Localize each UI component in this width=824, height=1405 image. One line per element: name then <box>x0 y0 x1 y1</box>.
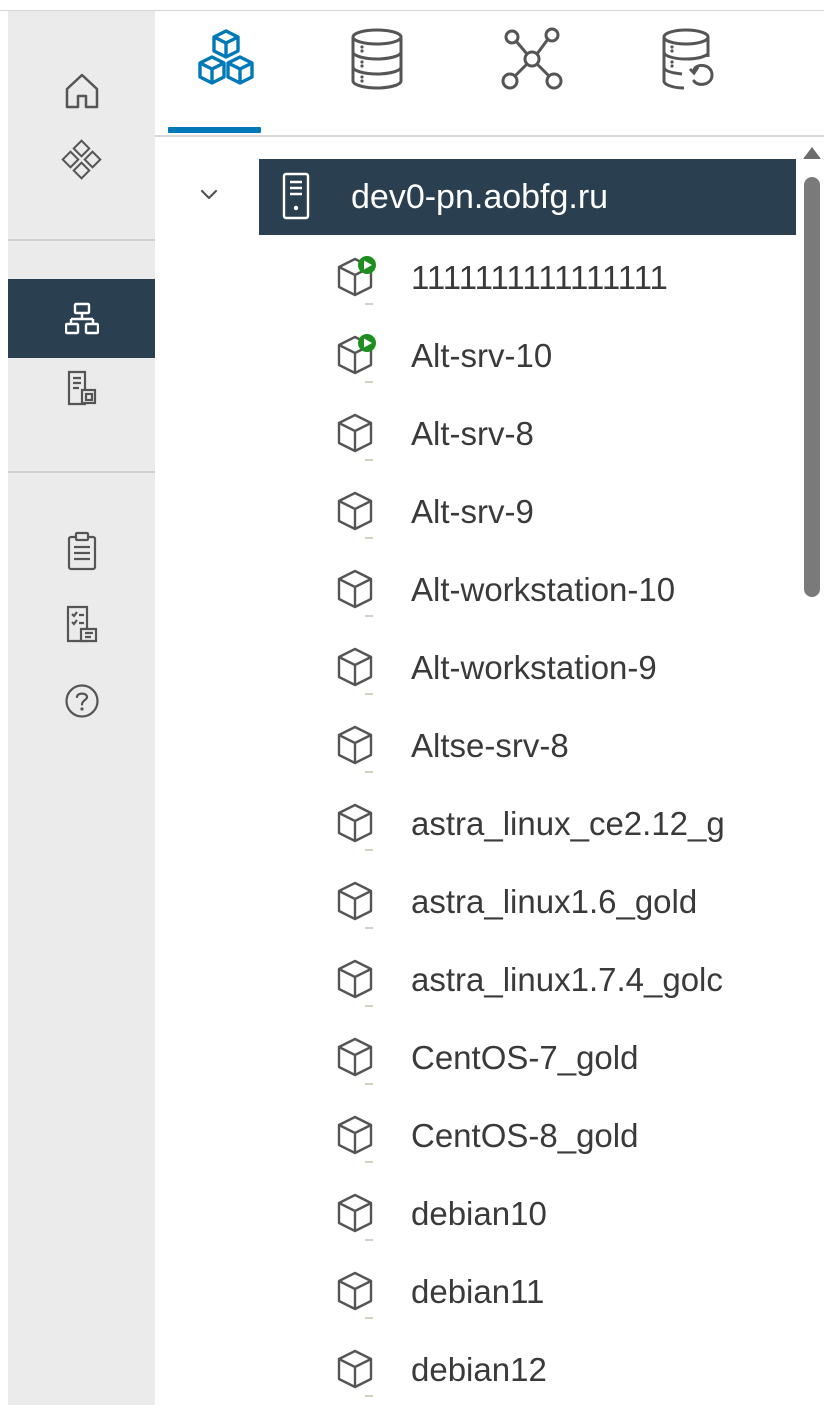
vm-icon <box>337 413 373 453</box>
rail-divider <box>8 471 155 473</box>
vm-label: astra_linux1.7.4_golc <box>411 961 723 998</box>
vm-icon <box>337 1271 373 1311</box>
vm-status-dash <box>365 615 373 617</box>
top-border <box>0 0 824 11</box>
vm-status-dash <box>365 771 373 773</box>
tab-backup-storage[interactable] <box>640 27 740 137</box>
vm-running-icon <box>337 256 376 297</box>
left-nav-rail <box>8 11 155 1405</box>
tree-node-vm[interactable]: astra_linux1.7.4_golc <box>325 941 796 1019</box>
vm-label: CentOS-8_gold <box>411 1117 639 1154</box>
vm-label: Alt-srv-10 <box>411 337 553 374</box>
rail-divider <box>8 239 155 241</box>
vm-label: 1111111111111111 <box>411 259 668 296</box>
tree-node-vm[interactable]: Alt-srv-9 <box>325 473 796 551</box>
vm-label: astra_linux_ce2.12_g <box>411 805 725 842</box>
chevron-down-icon[interactable] <box>197 183 221 207</box>
vm-icon <box>337 647 373 687</box>
hosts-clusters-icon <box>198 29 254 85</box>
tab-networking[interactable] <box>482 27 582 137</box>
scroll-up-arrow-icon[interactable] <box>803 147 821 159</box>
tree-node-vm[interactable]: debian12 <box>325 1331 796 1405</box>
vm-status-dash <box>365 1083 373 1085</box>
vm-status-dash <box>365 1239 373 1241</box>
vm-icon <box>337 1349 373 1389</box>
tree-node-vm[interactable]: Alt-srv-10 <box>325 317 796 395</box>
vm-status-dash <box>365 1395 373 1397</box>
tree-node-vm[interactable]: Alt-workstation-10 <box>325 551 796 629</box>
tree-node-vm[interactable]: debian10 <box>325 1175 796 1253</box>
storage-icon <box>351 28 403 90</box>
vm-icon <box>337 491 373 531</box>
help-icon[interactable] <box>8 673 155 729</box>
active-tab-indicator <box>168 127 261 133</box>
networking-icon <box>501 27 563 90</box>
vm-icon <box>337 881 373 921</box>
vm-icon <box>337 1115 373 1155</box>
vm-label: debian10 <box>411 1195 547 1232</box>
tasks-icon[interactable] <box>8 523 155 579</box>
vm-status-dash <box>365 849 373 851</box>
vm-icon <box>337 1193 373 1233</box>
inventory-tree-icon[interactable] <box>8 279 155 358</box>
vm-label: debian12 <box>411 1351 547 1388</box>
vm-label: debian11 <box>411 1273 545 1310</box>
vm-icon <box>337 803 373 843</box>
vm-label: astra_linux1.6_gold <box>411 883 698 920</box>
tab-hosts-clusters[interactable] <box>176 27 276 137</box>
host-label: dev0-pn.aobfg.ru <box>351 178 609 216</box>
vm-status-dash <box>365 1005 373 1007</box>
vm-status-dash <box>365 459 373 461</box>
vm-icon <box>337 725 373 765</box>
vm-label: Altse-srv-8 <box>411 727 569 764</box>
vm-status-dash <box>365 303 373 305</box>
vm-status-dash <box>365 1317 373 1319</box>
content-libraries-icon[interactable] <box>8 361 155 417</box>
policies-icon[interactable] <box>8 597 155 653</box>
tree-node-vm[interactable]: Altse-srv-8 <box>325 707 796 785</box>
tree-node-host[interactable]: dev0-pn.aobfg.ru <box>259 159 796 235</box>
shortcuts-icon[interactable] <box>8 133 155 189</box>
vm-running-icon <box>337 334 376 375</box>
vm-label: Alt-workstation-10 <box>411 571 676 608</box>
home-icon[interactable] <box>8 61 155 121</box>
vm-icon <box>337 1037 373 1077</box>
vm-label: Alt-workstation-9 <box>411 649 657 686</box>
vm-status-dash <box>365 693 373 695</box>
tree-node-vm[interactable]: Alt-srv-8 <box>325 395 796 473</box>
tab-storage[interactable] <box>327 27 427 137</box>
tree-node-vm[interactable]: CentOS-8_gold <box>325 1097 796 1175</box>
inventory-tree: dev0-pn.aobfg.ru 1111111111111111 Alt-srv… <box>155 137 796 1405</box>
tree-scrollbar[interactable] <box>800 137 824 1405</box>
vm-label: Alt-srv-9 <box>411 493 534 530</box>
vm-icon <box>337 959 373 999</box>
vm-status-dash <box>365 537 373 539</box>
scroll-thumb[interactable] <box>804 177 820 597</box>
vm-icon <box>337 569 373 609</box>
tree-node-vm[interactable]: astra_linux_ce2.12_g <box>325 785 796 863</box>
tree-node-vm[interactable]: CentOS-7_gold <box>325 1019 796 1097</box>
vm-label: CentOS-7_gold <box>411 1039 639 1076</box>
host-server-icon <box>282 172 310 220</box>
vm-label: Alt-srv-8 <box>411 415 534 452</box>
app-window: dev0-pn.aobfg.ru 1111111111111111 Alt-srv… <box>0 0 824 1405</box>
vm-status-dash <box>365 927 373 929</box>
tree-node-vm[interactable]: 1111111111111111 <box>325 239 796 317</box>
inventory-tabs <box>155 11 824 139</box>
vm-status-dash <box>365 381 373 383</box>
tree-node-vm[interactable]: astra_linux1.6_gold <box>325 863 796 941</box>
backup-storage-icon <box>662 28 714 90</box>
tree-node-vm[interactable]: Alt-workstation-9 <box>325 629 796 707</box>
tree-node-vm[interactable]: debian11 <box>325 1253 796 1331</box>
vm-status-dash <box>365 1161 373 1163</box>
